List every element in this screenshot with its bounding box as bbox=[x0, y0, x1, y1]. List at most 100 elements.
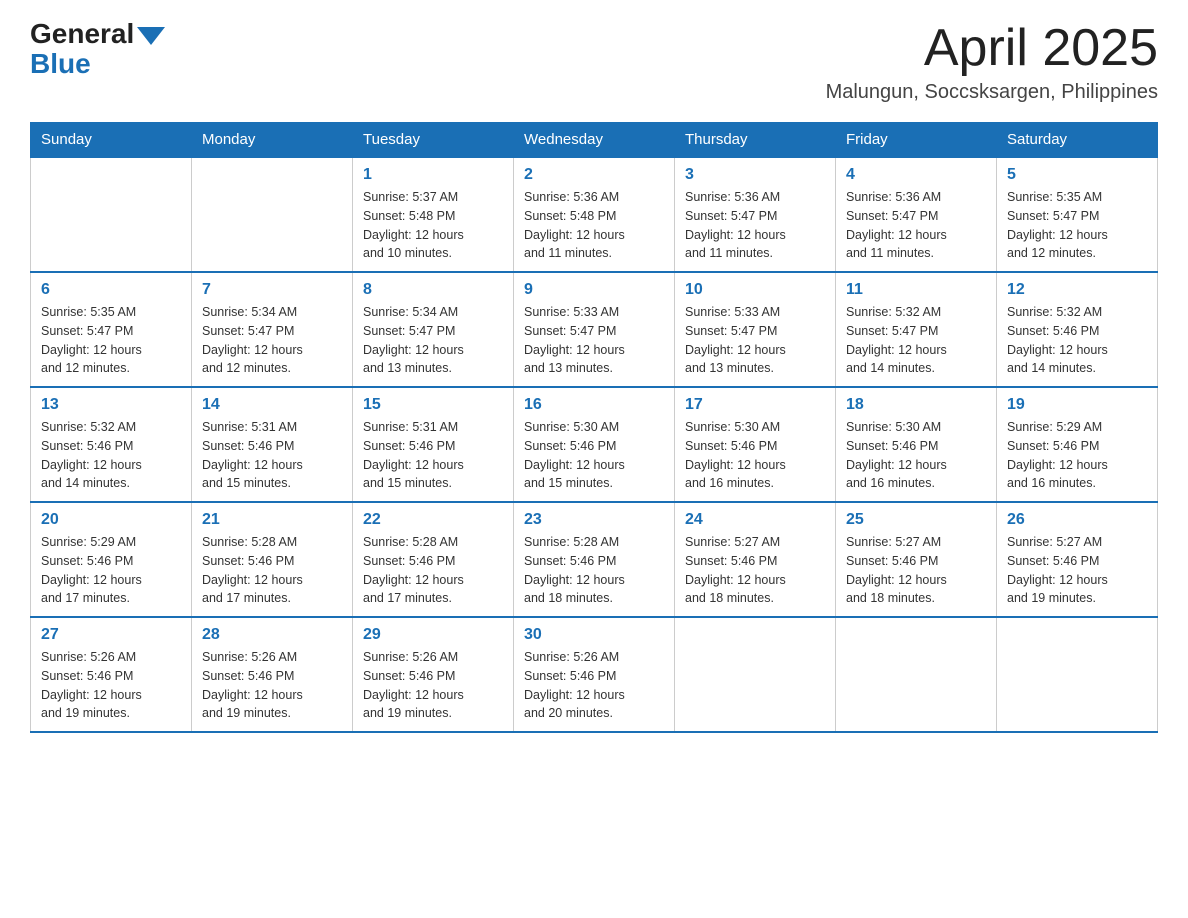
day-number: 30 bbox=[524, 626, 664, 644]
day-number: 27 bbox=[41, 626, 181, 644]
calendar-weekday-header: Thursday bbox=[675, 123, 836, 158]
calendar-day-cell: 25 Sunrise: 5:27 AMSunset: 5:46 PMDayligh… bbox=[836, 502, 997, 617]
day-number: 6 bbox=[41, 281, 181, 299]
calendar-day-cell: 29Sunrise: 5:26 AMSunset: 5:46 PMDayligh… bbox=[353, 617, 514, 732]
day-number: 20 bbox=[41, 511, 181, 529]
calendar-day-cell bbox=[675, 617, 836, 732]
calendar-day-cell: 17 Sunrise: 5:30 AMSunset: 5:46 PMDayligh… bbox=[675, 387, 836, 502]
calendar-day-cell: 15 Sunrise: 5:31 AMSunset: 5:46 PMDayligh… bbox=[353, 387, 514, 502]
day-info: Sunrise: 5:26 AMSunset: 5:46 PMDaylight:… bbox=[202, 648, 342, 723]
page-header: General Blue April 2025 Malungun, Soccsk… bbox=[30, 20, 1158, 104]
calendar-week-row: 13 Sunrise: 5:32 AMSunset: 5:46 PMDayligh… bbox=[31, 387, 1158, 502]
calendar-day-cell: 7Sunrise: 5:34 AMSunset: 5:47 PMDaylight… bbox=[192, 272, 353, 387]
day-number: 7 bbox=[202, 281, 342, 299]
day-number: 11 bbox=[846, 281, 986, 299]
day-number: 19 bbox=[1007, 396, 1147, 414]
day-number: 15 bbox=[363, 396, 503, 414]
logo-blue-text: Blue bbox=[30, 48, 91, 80]
calendar-weekday-header: Saturday bbox=[997, 123, 1158, 158]
day-info: Sunrise: 5:36 AMSunset: 5:47 PMDaylight:… bbox=[846, 188, 986, 263]
calendar-day-cell: 20 Sunrise: 5:29 AMSunset: 5:46 PMDayligh… bbox=[31, 502, 192, 617]
calendar-day-cell: 23Sunrise: 5:28 AMSunset: 5:46 PMDayligh… bbox=[514, 502, 675, 617]
title-block: April 2025 Malungun, Soccsksargen, Phili… bbox=[826, 20, 1158, 104]
day-info: Sunrise: 5:33 AMSunset: 5:47 PMDaylight:… bbox=[685, 303, 825, 378]
location-title: Malungun, Soccsksargen, Philippines bbox=[826, 81, 1158, 104]
calendar-day-cell: 16 Sunrise: 5:30 AMSunset: 5:46 PMDayligh… bbox=[514, 387, 675, 502]
calendar-day-cell: 5Sunrise: 5:35 AMSunset: 5:47 PMDaylight… bbox=[997, 157, 1158, 272]
day-number: 5 bbox=[1007, 166, 1147, 184]
calendar-day-cell: 8 Sunrise: 5:34 AMSunset: 5:47 PMDaylight… bbox=[353, 272, 514, 387]
calendar-day-cell: 3 Sunrise: 5:36 AMSunset: 5:47 PMDaylight… bbox=[675, 157, 836, 272]
day-number: 26 bbox=[1007, 511, 1147, 529]
day-number: 17 bbox=[685, 396, 825, 414]
calendar-day-cell: 26 Sunrise: 5:27 AMSunset: 5:46 PMDayligh… bbox=[997, 502, 1158, 617]
day-info: Sunrise: 5:36 AMSunset: 5:48 PMDaylight:… bbox=[524, 188, 664, 263]
day-number: 9 bbox=[524, 281, 664, 299]
month-title: April 2025 bbox=[826, 20, 1158, 77]
calendar-day-cell: 28 Sunrise: 5:26 AMSunset: 5:46 PMDayligh… bbox=[192, 617, 353, 732]
calendar-day-cell: 4 Sunrise: 5:36 AMSunset: 5:47 PMDaylight… bbox=[836, 157, 997, 272]
calendar-weekday-header: Tuesday bbox=[353, 123, 514, 158]
day-info: Sunrise: 5:35 AMSunset: 5:47 PMDaylight:… bbox=[41, 303, 181, 378]
calendar-header-row: SundayMondayTuesdayWednesdayThursdayFrid… bbox=[31, 123, 1158, 158]
calendar-day-cell: 30 Sunrise: 5:26 AMSunset: 5:46 PMDayligh… bbox=[514, 617, 675, 732]
day-number: 16 bbox=[524, 396, 664, 414]
day-info: Sunrise: 5:32 AMSunset: 5:46 PMDaylight:… bbox=[41, 418, 181, 493]
calendar-weekday-header: Friday bbox=[836, 123, 997, 158]
day-number: 10 bbox=[685, 281, 825, 299]
calendar-weekday-header: Sunday bbox=[31, 123, 192, 158]
day-number: 14 bbox=[202, 396, 342, 414]
day-info: Sunrise: 5:27 AMSunset: 5:46 PMDaylight:… bbox=[1007, 533, 1147, 608]
day-info: Sunrise: 5:31 AMSunset: 5:46 PMDaylight:… bbox=[363, 418, 503, 493]
day-info: Sunrise: 5:33 AMSunset: 5:47 PMDaylight:… bbox=[524, 303, 664, 378]
day-number: 8 bbox=[363, 281, 503, 299]
day-info: Sunrise: 5:26 AMSunset: 5:46 PMDaylight:… bbox=[41, 648, 181, 723]
calendar-day-cell: 19Sunrise: 5:29 AMSunset: 5:46 PMDayligh… bbox=[997, 387, 1158, 502]
day-info: Sunrise: 5:26 AMSunset: 5:46 PMDaylight:… bbox=[524, 648, 664, 723]
day-number: 21 bbox=[202, 511, 342, 529]
logo-arrow-icon bbox=[137, 27, 165, 45]
day-info: Sunrise: 5:32 AMSunset: 5:47 PMDaylight:… bbox=[846, 303, 986, 378]
day-info: Sunrise: 5:30 AMSunset: 5:46 PMDaylight:… bbox=[846, 418, 986, 493]
calendar-day-cell: 22 Sunrise: 5:28 AMSunset: 5:46 PMDayligh… bbox=[353, 502, 514, 617]
calendar-week-row: 27 Sunrise: 5:26 AMSunset: 5:46 PMDayligh… bbox=[31, 617, 1158, 732]
calendar-week-row: 20 Sunrise: 5:29 AMSunset: 5:46 PMDayligh… bbox=[31, 502, 1158, 617]
calendar-day-cell: 6 Sunrise: 5:35 AMSunset: 5:47 PMDaylight… bbox=[31, 272, 192, 387]
calendar-day-cell bbox=[192, 157, 353, 272]
day-info: Sunrise: 5:27 AMSunset: 5:46 PMDaylight:… bbox=[846, 533, 986, 608]
calendar-day-cell bbox=[31, 157, 192, 272]
calendar-day-cell bbox=[836, 617, 997, 732]
calendar-day-cell bbox=[997, 617, 1158, 732]
day-info: Sunrise: 5:28 AMSunset: 5:46 PMDaylight:… bbox=[202, 533, 342, 608]
calendar-day-cell: 1Sunrise: 5:37 AMSunset: 5:48 PMDaylight… bbox=[353, 157, 514, 272]
day-number: 4 bbox=[846, 166, 986, 184]
day-number: 2 bbox=[524, 166, 664, 184]
day-number: 25 bbox=[846, 511, 986, 529]
day-number: 3 bbox=[685, 166, 825, 184]
day-number: 22 bbox=[363, 511, 503, 529]
calendar-day-cell: 2 Sunrise: 5:36 AMSunset: 5:48 PMDaylight… bbox=[514, 157, 675, 272]
calendar-day-cell: 12Sunrise: 5:32 AMSunset: 5:46 PMDayligh… bbox=[997, 272, 1158, 387]
calendar-table: SundayMondayTuesdayWednesdayThursdayFrid… bbox=[30, 122, 1158, 733]
day-info: Sunrise: 5:27 AMSunset: 5:46 PMDaylight:… bbox=[685, 533, 825, 608]
calendar-day-cell: 9 Sunrise: 5:33 AMSunset: 5:47 PMDaylight… bbox=[514, 272, 675, 387]
calendar-week-row: 1Sunrise: 5:37 AMSunset: 5:48 PMDaylight… bbox=[31, 157, 1158, 272]
day-number: 13 bbox=[41, 396, 181, 414]
day-number: 28 bbox=[202, 626, 342, 644]
day-info: Sunrise: 5:30 AMSunset: 5:46 PMDaylight:… bbox=[524, 418, 664, 493]
calendar-day-cell: 21 Sunrise: 5:28 AMSunset: 5:46 PMDayligh… bbox=[192, 502, 353, 617]
calendar-day-cell: 24Sunrise: 5:27 AMSunset: 5:46 PMDayligh… bbox=[675, 502, 836, 617]
day-info: Sunrise: 5:28 AMSunset: 5:46 PMDaylight:… bbox=[524, 533, 664, 608]
day-info: Sunrise: 5:37 AMSunset: 5:48 PMDaylight:… bbox=[363, 188, 503, 263]
calendar-week-row: 6 Sunrise: 5:35 AMSunset: 5:47 PMDaylight… bbox=[31, 272, 1158, 387]
logo: General Blue bbox=[30, 20, 165, 80]
calendar-day-cell: 13 Sunrise: 5:32 AMSunset: 5:46 PMDayligh… bbox=[31, 387, 192, 502]
day-info: Sunrise: 5:28 AMSunset: 5:46 PMDaylight:… bbox=[363, 533, 503, 608]
calendar-day-cell: 11 Sunrise: 5:32 AMSunset: 5:47 PMDayligh… bbox=[836, 272, 997, 387]
calendar-weekday-header: Wednesday bbox=[514, 123, 675, 158]
day-info: Sunrise: 5:30 AMSunset: 5:46 PMDaylight:… bbox=[685, 418, 825, 493]
calendar-day-cell: 14Sunrise: 5:31 AMSunset: 5:46 PMDayligh… bbox=[192, 387, 353, 502]
day-info: Sunrise: 5:34 AMSunset: 5:47 PMDaylight:… bbox=[363, 303, 503, 378]
day-info: Sunrise: 5:36 AMSunset: 5:47 PMDaylight:… bbox=[685, 188, 825, 263]
day-info: Sunrise: 5:29 AMSunset: 5:46 PMDaylight:… bbox=[41, 533, 181, 608]
